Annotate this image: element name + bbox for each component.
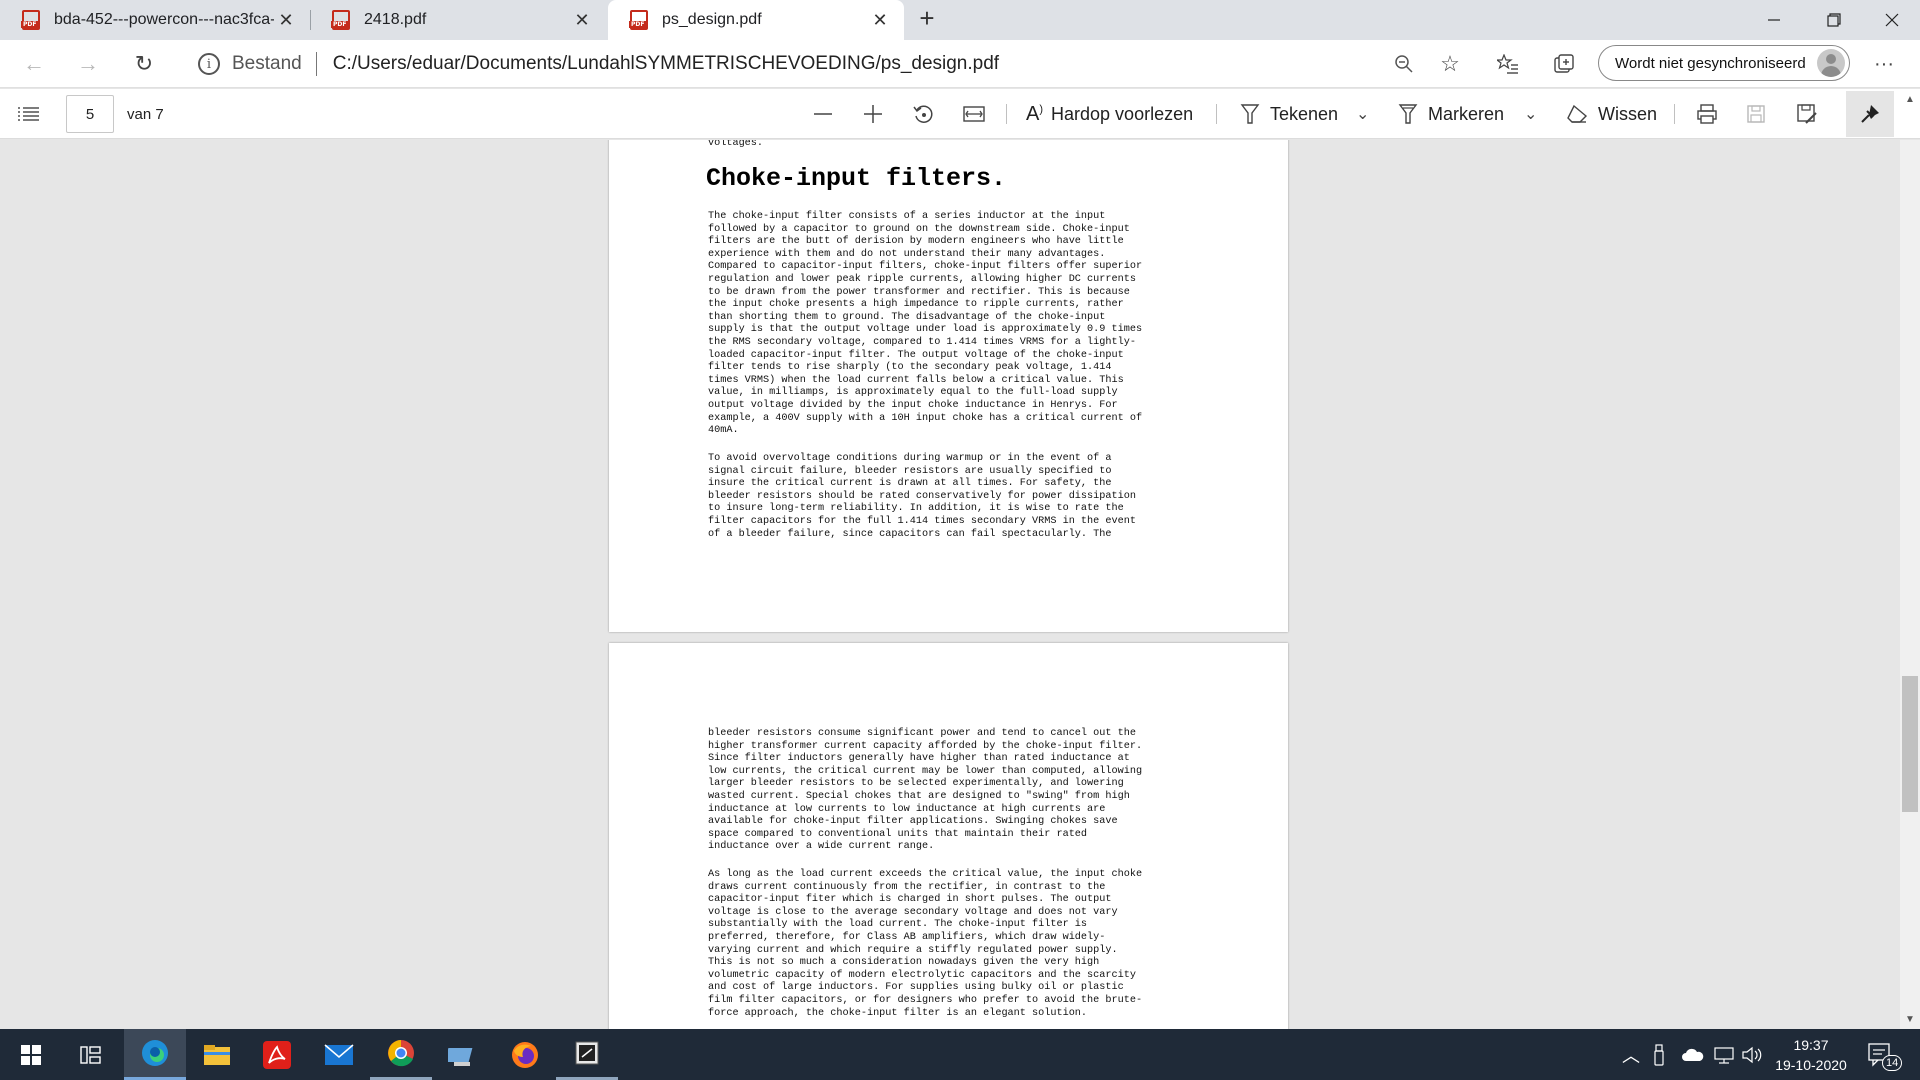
print-icon[interactable] [1696,89,1718,139]
more-options-icon[interactable]: ··· [1868,48,1900,80]
tab-title: 2418.pdf [364,11,427,28]
pdf-toolbar: 5 van 7 A) Hardop voorlezen Tekenen ⌄ Ma… [0,89,1920,139]
favorites-list-icon[interactable] [1492,48,1524,80]
minimize-icon[interactable] [1746,0,1802,40]
address-divider [315,52,317,76]
pdf-file-icon [331,10,350,30]
tab-title: bda-452---powercon---nac3fca- [54,11,274,28]
section-heading: Choke-input filters. [706,164,1007,193]
highlight-options-chevron-down-icon[interactable]: ⌄ [1524,89,1537,139]
new-tab-icon[interactable]: + [912,3,942,34]
pdf-file-icon [629,10,648,30]
system-clock[interactable]: 19:37 19-10-2020 [1766,1035,1856,1075]
acrobat-reader-icon[interactable] [246,1029,308,1080]
volume-icon[interactable] [1742,1029,1762,1080]
zoom-search-icon[interactable] [1388,48,1420,80]
page-number-input[interactable]: 5 [66,95,114,133]
avatar [1817,49,1845,77]
toolbar-divider [1216,104,1217,124]
profile-sync-button[interactable]: Wordt niet gesynchroniseerd [1598,45,1850,81]
restore-icon[interactable] [1806,0,1862,40]
network-icon[interactable] [1714,1029,1736,1080]
clock-date: 19-10-2020 [1775,1057,1847,1073]
highlight-label: Markeren [1428,103,1505,124]
back-icon[interactable]: ← [18,48,50,80]
clock-time: 19:37 [1793,1037,1829,1053]
draw-pen-icon [1240,104,1260,124]
edge-browser-icon[interactable] [124,1029,186,1080]
highlight-button[interactable]: Markeren [1398,89,1504,139]
close-tab-icon[interactable]: ✕ [274,10,298,31]
security-label: Bestand [232,53,302,74]
close-tab-icon[interactable]: ✕ [868,10,892,31]
save-as-icon[interactable] [1796,89,1818,139]
refresh-icon[interactable]: ↻ [128,48,160,80]
page-total-label: van 7 [127,105,164,123]
read-aloud-icon: A) [1026,102,1044,125]
save-icon[interactable] [1746,89,1766,139]
firefox-icon[interactable] [494,1029,556,1080]
notification-count-badge: 14 [1882,1055,1903,1071]
read-aloud-label: Hardop voorlezen [1051,103,1194,124]
page-top-fragment: voltages. [708,140,764,149]
network-app-icon[interactable] [432,1029,494,1080]
paragraph: As long as the load current exceeds the … [708,869,1143,1019]
table-of-contents-icon[interactable] [18,89,40,139]
rotate-icon[interactable] [912,89,936,139]
scroll-down-arrow-icon[interactable]: ▼ [1904,1014,1916,1025]
notification-center-button[interactable]: 14 [1868,1029,1903,1080]
read-aloud-button[interactable]: A) Hardop voorlezen [1026,89,1193,139]
show-hidden-icons-chevron-up-icon[interactable]: ︿ [1622,1029,1640,1080]
forward-icon[interactable]: → [72,48,104,80]
tab-bda-452[interactable]: bda-452---powercon---nac3fca- ✕ [0,0,310,40]
draw-label: Tekenen [1270,103,1339,124]
fit-to-page-icon[interactable] [962,89,986,139]
tab-strip: bda-452---powercon---nac3fca- ✕ 2418.pdf… [0,0,1920,40]
highlight-marker-icon [1398,104,1418,124]
taskbar: ︿ 19:37 19-10-2020 14 [0,1029,1920,1080]
toolbar-divider [1674,104,1675,124]
paragraph: The choke-input filter consists of a ser… [708,211,1143,437]
mail-icon[interactable] [308,1029,370,1080]
url-text[interactable]: C:/Users/eduar/Documents/LundahlSYMMETRI… [333,53,999,75]
file-explorer-icon[interactable] [186,1029,248,1080]
draw-button[interactable]: Tekenen [1240,89,1338,139]
draw-options-chevron-down-icon[interactable]: ⌄ [1356,89,1369,139]
scroll-up-arrow-icon[interactable]: ▲ [1904,94,1916,105]
toolbar-divider [1006,104,1007,124]
pdf-viewer[interactable]: voltages. Choke-input filters. The choke… [0,140,1920,1029]
paragraph: To avoid overvoltage conditions during w… [708,453,1136,540]
vertical-scrollbar[interactable] [1900,140,1920,1029]
erase-button[interactable]: Wissen [1566,89,1657,139]
pdf-file-icon [21,10,40,30]
task-view-icon[interactable] [60,1029,122,1080]
pdf-page-5: voltages. Choke-input filters. The choke… [609,140,1288,632]
collections-icon[interactable] [1548,48,1580,80]
terminal-app-icon[interactable] [556,1029,618,1080]
tab-2418[interactable]: 2418.pdf ✕ [310,0,606,40]
info-icon[interactable]: i [198,53,220,75]
scrollbar-thumb[interactable] [1902,676,1918,812]
close-tab-icon[interactable]: ✕ [570,10,594,31]
paragraph: bleeder resistors consume significant po… [708,728,1143,853]
close-window-icon[interactable] [1864,0,1920,40]
navigation-bar: ← → ↻ i Bestand C:/Users/eduar/Documents… [0,40,1920,88]
windows-start-icon[interactable] [0,1029,62,1080]
zoom-in-icon[interactable] [862,89,884,139]
address-bar[interactable]: i Bestand C:/Users/eduar/Documents/Lunda… [182,44,1472,84]
pdf-page-6: bleeder resistors consume significant po… [609,643,1288,1029]
pin-toolbar-icon[interactable] [1846,91,1894,137]
tab-title: ps_design.pdf [662,11,762,28]
eraser-icon [1567,104,1588,123]
chrome-icon[interactable] [370,1029,432,1080]
tab-ps-design[interactable]: ps_design.pdf ✕ [608,0,904,40]
erase-label: Wissen [1598,103,1658,124]
favorite-star-icon[interactable]: ☆ [1434,48,1466,80]
sync-status-label: Wordt niet gesynchroniseerd [1615,54,1806,72]
usb-device-icon[interactable] [1652,1029,1666,1080]
onedrive-cloud-icon[interactable] [1682,1029,1704,1080]
zoom-out-icon[interactable] [812,89,834,139]
